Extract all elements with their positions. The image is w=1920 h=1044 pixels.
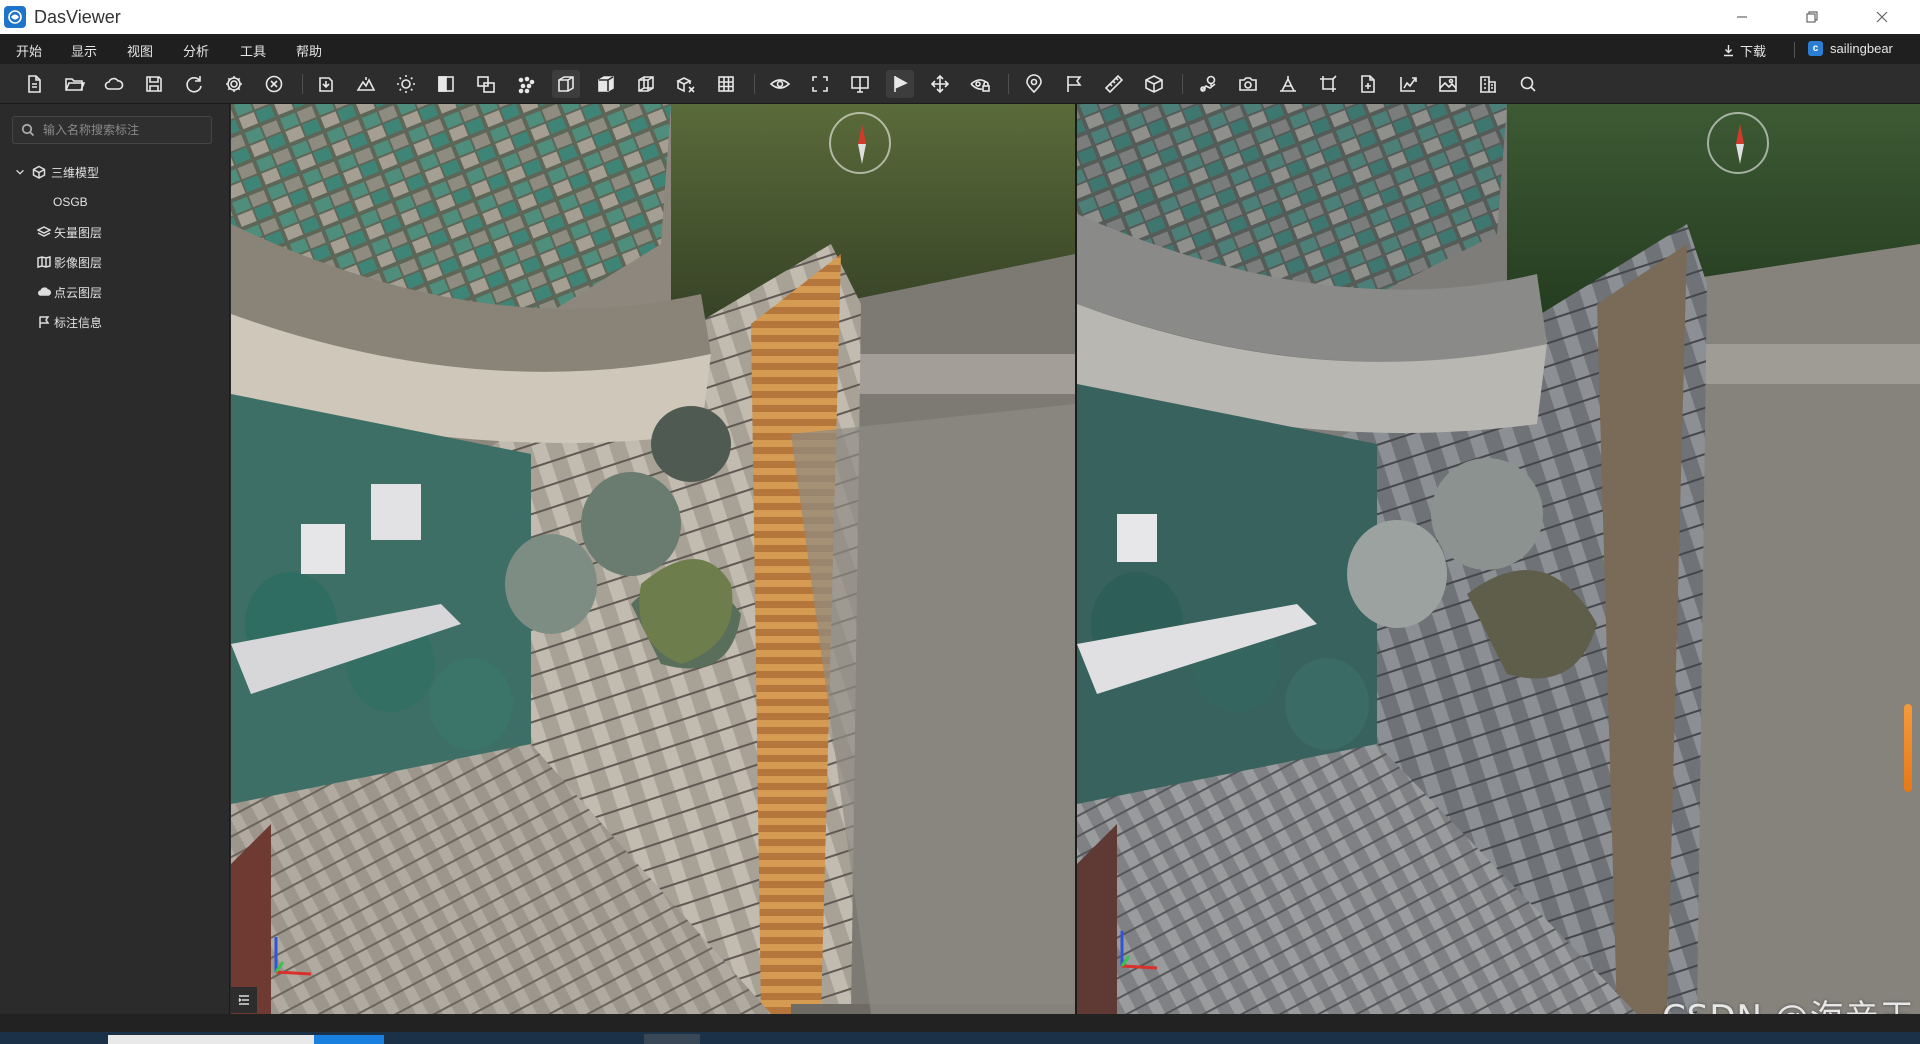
app-title: DasViewer — [34, 6, 121, 27]
tree-root-label: 三维模型 — [51, 165, 100, 180]
fullscreen-icon[interactable] — [806, 70, 834, 98]
open-folder-icon[interactable] — [60, 70, 88, 98]
refresh-icon[interactable] — [180, 70, 208, 98]
menu-divider — [1794, 42, 1795, 58]
right-view-pane[interactable] — [1077, 104, 1920, 1014]
building-icon[interactable] — [1474, 70, 1502, 98]
chart-export-icon[interactable] — [1394, 70, 1422, 98]
download-button[interactable]: 下载 — [1722, 41, 1766, 60]
compass-icon[interactable] — [1707, 112, 1769, 174]
layer-search — [12, 116, 212, 144]
tree-item-label: 影像图层 — [54, 255, 103, 270]
terrain-icon[interactable] — [352, 70, 380, 98]
flag-mark-icon[interactable] — [886, 70, 914, 98]
left-view-pane[interactable] — [231, 104, 1075, 1014]
toolbar-divider — [1182, 74, 1183, 94]
flag-icon[interactable] — [1060, 70, 1088, 98]
tree-item-label: OSGB — [53, 195, 88, 209]
half-pane-icon[interactable] — [432, 70, 460, 98]
move-icon[interactable] — [926, 70, 954, 98]
3d-viewport[interactable] — [231, 104, 1920, 1014]
toolbar-divider — [1008, 74, 1009, 94]
menu-analysis[interactable]: 分析 — [183, 41, 209, 60]
download-label: 下载 — [1740, 44, 1767, 59]
taskbar-item[interactable] — [644, 1034, 700, 1044]
cube-front-icon[interactable] — [552, 70, 580, 98]
chevron-down-icon[interactable] — [14, 166, 26, 178]
tree-item-label: 标注信息 — [54, 315, 103, 330]
list-icon — [238, 995, 249, 1005]
split-view-icon[interactable] — [846, 70, 874, 98]
zoom-indicator[interactable] — [1904, 704, 1912, 792]
layers-icon — [37, 226, 51, 237]
eye-lock-icon[interactable] — [966, 70, 994, 98]
textured-model-render — [231, 104, 1075, 1014]
toolbar — [0, 64, 1920, 104]
cloud-icon — [38, 287, 51, 296]
minimize-icon[interactable] — [1706, 0, 1778, 34]
camera-icon[interactable] — [1234, 70, 1262, 98]
import-model-icon[interactable] — [312, 70, 340, 98]
ruler-icon[interactable] — [1100, 70, 1128, 98]
menu-tools[interactable]: 工具 — [240, 41, 266, 60]
search-input[interactable] — [43, 123, 203, 137]
panel-toggle-button[interactable] — [231, 987, 257, 1013]
points-icon[interactable] — [512, 70, 540, 98]
title-bar: DasViewer — [0, 0, 1920, 34]
axis-gizmo-icon — [274, 937, 312, 976]
crop-icon[interactable] — [1314, 70, 1342, 98]
menu-bar: 开始 显示 视图 分析 工具 帮助 下载 c sailingbear — [0, 34, 1920, 64]
cloud-icon[interactable] — [100, 70, 128, 98]
taskbar-item[interactable] — [108, 1035, 314, 1044]
taskbar-item-active[interactable] — [314, 1035, 384, 1044]
close-icon[interactable] — [1846, 0, 1918, 34]
user-logo-icon: c — [1808, 41, 1823, 56]
lighting-icon[interactable] — [392, 70, 420, 98]
box-measure-icon[interactable] — [1140, 70, 1168, 98]
layer-sidebar: 三维模型 OSGB 矢量图层 影像图层 点云图层 标注信息 — [0, 104, 230, 1014]
map-icon — [37, 256, 51, 268]
axis-gizmo-icon — [1120, 931, 1158, 970]
tree-item-annotation[interactable]: 标注信息 — [37, 310, 102, 334]
grid-icon[interactable] — [712, 70, 740, 98]
toolbar-divider — [754, 74, 755, 94]
volume-icon[interactable] — [1274, 70, 1302, 98]
cube-wire-icon[interactable] — [632, 70, 660, 98]
menu-start[interactable]: 开始 — [16, 41, 42, 60]
compass-icon[interactable] — [829, 112, 891, 174]
new-file-icon[interactable] — [20, 70, 48, 98]
eye-rotate-icon[interactable] — [766, 70, 794, 98]
cube-solid-icon[interactable] — [592, 70, 620, 98]
menu-view[interactable]: 视图 — [127, 41, 153, 60]
export-icon[interactable] — [1354, 70, 1382, 98]
user-account-button[interactable]: c sailingbear — [1808, 41, 1893, 56]
user-name: sailingbear — [1830, 41, 1893, 56]
tree-item-image-layer[interactable]: 影像图层 — [37, 250, 102, 274]
toolbar-divider — [302, 74, 303, 94]
route-icon[interactable] — [1194, 70, 1222, 98]
download-icon — [1724, 45, 1733, 57]
settings-icon[interactable] — [220, 70, 248, 98]
search-icon[interactable] — [1514, 70, 1542, 98]
location-pin-icon[interactable] — [1020, 70, 1048, 98]
restore-icon[interactable] — [1776, 0, 1848, 34]
tree-item-vector-layer[interactable]: 矢量图层 — [37, 220, 102, 244]
tree-item-label: 矢量图层 — [54, 225, 103, 240]
close-circle-icon[interactable] — [260, 70, 288, 98]
save-icon[interactable] — [140, 70, 168, 98]
menu-help[interactable]: 帮助 — [296, 41, 322, 60]
compared-model-render — [1077, 104, 1920, 1014]
tree-root-3d-model[interactable]: 三维模型 — [14, 160, 99, 184]
app-logo-icon — [4, 6, 26, 28]
menu-display[interactable]: 显示 — [71, 41, 97, 60]
cube-icon — [32, 165, 46, 179]
tree-item-osgb[interactable]: OSGB — [53, 190, 88, 214]
tree-item-label: 点云图层 — [54, 285, 103, 300]
cube-clip-icon[interactable] — [672, 70, 700, 98]
overlay-icon[interactable] — [472, 70, 500, 98]
search-icon — [21, 123, 35, 137]
flag-icon — [39, 316, 50, 328]
image-icon[interactable] — [1434, 70, 1462, 98]
tree-item-pointcloud-layer[interactable]: 点云图层 — [37, 280, 102, 304]
